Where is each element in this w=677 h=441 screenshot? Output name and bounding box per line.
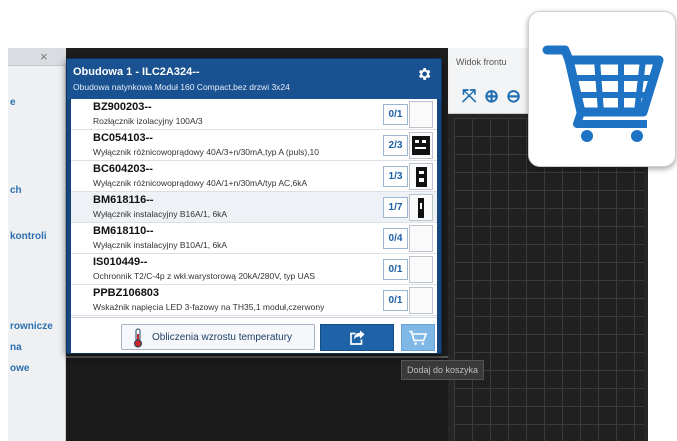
left-panel-label[interactable]: e (10, 97, 16, 108)
item-description: Wyłącznik instalacyjny B10A/1, 6kA (93, 240, 228, 250)
rcd-device-icon (416, 167, 427, 187)
share-icon (350, 330, 365, 345)
item-thumbnail[interactable] (409, 256, 433, 283)
modal-footer: Obliczenia wzrostu temperatury (71, 317, 437, 353)
workspace-strip (66, 356, 448, 441)
zoom-in-icon[interactable]: ⊕ (484, 86, 499, 107)
left-panel-header: × (8, 48, 66, 66)
modal-header: Obudowa 1 - ILC2A324-- Obudowa natynkowa… (67, 59, 441, 99)
item-code: BM618110-- (93, 225, 154, 237)
item-count[interactable]: 0/4 (383, 228, 408, 249)
gear-icon[interactable] (416, 66, 432, 82)
thermometer-icon (134, 328, 142, 348)
item-description: Wyłącznik różnicowoprądowy 40A/3+n/30mA,… (93, 147, 319, 157)
left-panel-label[interactable]: na (10, 342, 22, 353)
item-description: Wyłącznik instalacyjny B16A/1, 6kA (93, 209, 228, 219)
component-list: BZ900203-- Rozłącznik izolacyjny 100A/3 … (71, 99, 437, 317)
item-thumbnail[interactable] (409, 101, 433, 128)
divider (66, 356, 448, 358)
item-description: Rozłącznik izolacyjny 100A/3 (93, 116, 203, 126)
item-code: BC054103-- (93, 132, 153, 144)
cart-icon (409, 330, 428, 345)
item-description: Wyłącznik różnicowoprądowy 40A/1+n/30mA/… (93, 178, 308, 188)
item-count[interactable]: 0/1 (383, 104, 408, 125)
device-detail (415, 147, 426, 149)
list-item[interactable]: IS010449-- Ochronnik T2/C-4p z wkł.warys… (71, 254, 437, 285)
modal-subtitle: Obudowa natynkowa Moduł 160 Compact,bez … (73, 82, 290, 92)
item-code: IS010449-- (93, 256, 148, 268)
list-item[interactable]: PPBZ106803 Wskaźnik napięcia LED 3-fazow… (71, 285, 437, 316)
item-count[interactable]: 0/1 (383, 259, 408, 280)
left-panel-label[interactable]: owe (10, 363, 29, 374)
item-code: BC604203-- (93, 163, 153, 175)
left-panel-label[interactable]: kontroli (10, 231, 47, 242)
zoom-out-icon[interactable]: ⊖ (506, 86, 521, 107)
rcd-device-icon (412, 136, 430, 155)
device-detail (420, 203, 422, 209)
front-view-title: Widok frontu (456, 57, 507, 67)
item-count[interactable]: 2/3 (383, 135, 408, 156)
left-panel: × e ch kontroli rownicze na owe (8, 48, 66, 441)
left-panel-label[interactable]: rownicze (10, 321, 53, 332)
share-button[interactable] (320, 324, 394, 351)
item-code: BZ900203-- (93, 101, 152, 113)
enclosure-modal: Obudowa 1 - ILC2A324-- Obudowa natynkowa… (66, 58, 442, 354)
close-icon[interactable]: × (40, 49, 48, 64)
item-description: Wskaźnik napięcia LED 3-fazowy na TH35,1… (93, 302, 325, 312)
fit-icon[interactable]: ⤧ (462, 86, 476, 107)
item-thumbnail[interactable] (409, 163, 433, 190)
item-thumbnail[interactable] (409, 287, 433, 314)
item-code: PPBZ106803 (93, 287, 160, 299)
cart-card[interactable] (528, 11, 676, 167)
item-thumbnail[interactable] (409, 132, 433, 159)
device-detail (422, 140, 426, 143)
item-code: BM618116-- (93, 194, 154, 206)
temperature-calculation-label: Obliczenia wzrostu temperatury (152, 332, 293, 343)
modal-title: Obudowa 1 - ILC2A324-- (73, 66, 200, 78)
list-item[interactable]: BZ900203-- Rozłącznik izolacyjny 100A/3 … (71, 99, 437, 130)
temperature-calculation-button[interactable]: Obliczenia wzrostu temperatury (121, 324, 315, 350)
item-description: Ochronnik T2/C-4p z wkł.warystorową 20kA… (93, 271, 316, 281)
device-detail (419, 178, 424, 182)
list-item[interactable]: BM618116-- Wyłącznik instalacyjny B16A/1… (71, 192, 437, 223)
list-item[interactable]: BC054103-- Wyłącznik różnicowoprądowy 40… (71, 130, 437, 161)
item-thumbnail[interactable] (409, 194, 433, 221)
device-detail (415, 140, 419, 143)
add-to-cart-tooltip: Dodaj do koszyka (401, 360, 485, 380)
item-count[interactable]: 1/7 (383, 197, 408, 218)
left-panel-label[interactable]: ch (10, 185, 22, 196)
device-detail (419, 171, 424, 174)
list-item[interactable]: BC604203-- Wyłącznik różnicowoprądowy 40… (71, 161, 437, 192)
item-thumbnail[interactable] (409, 225, 433, 252)
shopping-cart-icon (542, 45, 664, 142)
item-count[interactable]: 0/1 (383, 290, 408, 311)
list-item[interactable]: BM618110-- Wyłącznik instalacyjny B10A/1… (71, 223, 437, 254)
add-to-cart-button[interactable] (401, 324, 435, 351)
item-count[interactable]: 1/3 (383, 166, 408, 187)
